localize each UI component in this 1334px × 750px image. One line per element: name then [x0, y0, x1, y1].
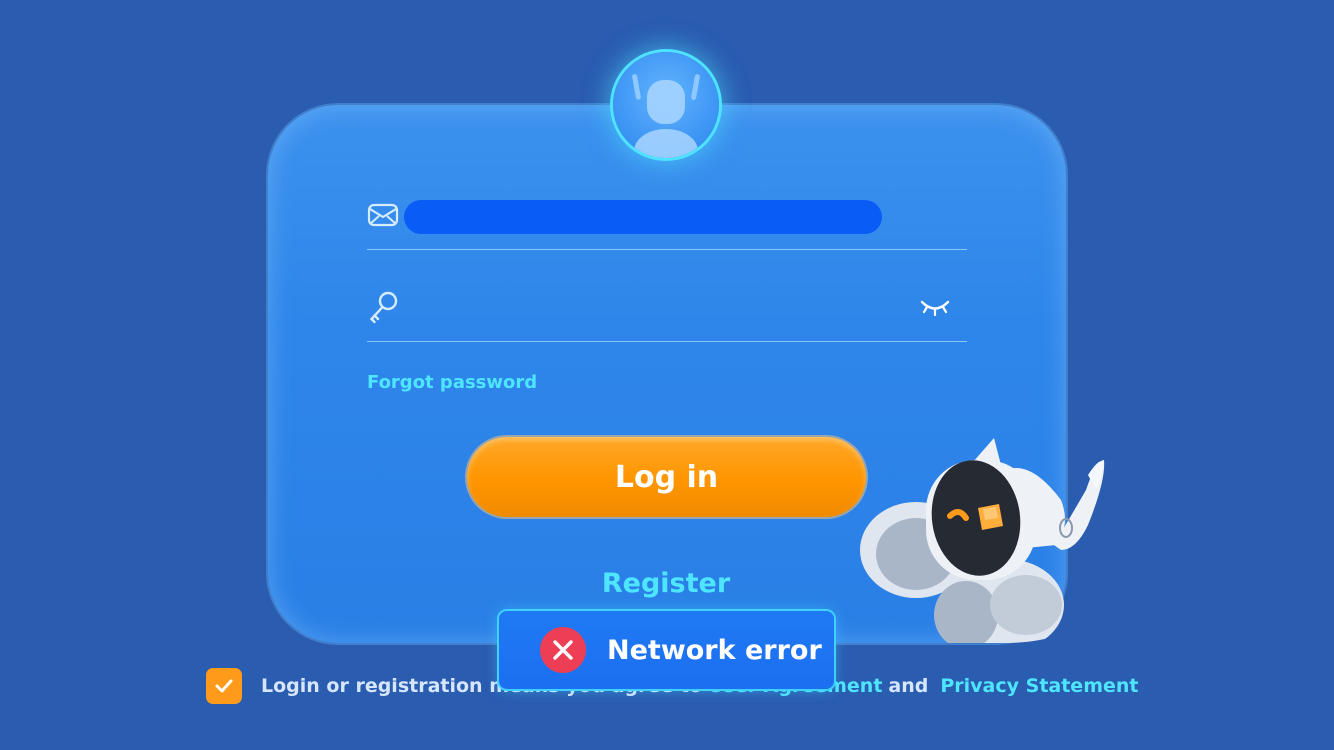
robot-mascot-illustration: [860, 438, 1105, 643]
key-icon: [368, 290, 400, 328]
checkmark-icon: [215, 679, 233, 693]
eye-closed-icon[interactable]: [919, 295, 951, 323]
password-underline: [367, 341, 967, 342]
email-underline: [367, 249, 967, 250]
forgot-password-link[interactable]: Forgot password: [367, 372, 537, 393]
password-input[interactable]: [410, 287, 904, 325]
privacy-statement-link[interactable]: Privacy Statement: [940, 675, 1138, 697]
network-error-toast: Network error: [499, 611, 834, 689]
user-avatar-icon: [613, 52, 719, 158]
register-link[interactable]: Register: [566, 568, 766, 599]
agreement-checkbox[interactable]: [206, 668, 242, 704]
mail-icon: [367, 202, 399, 232]
login-button[interactable]: Log in: [467, 437, 866, 517]
agreement-and-text: and: [888, 675, 929, 697]
email-field[interactable]: [404, 200, 882, 234]
error-x-icon: [540, 627, 586, 673]
toast-message: Network error: [607, 634, 822, 666]
